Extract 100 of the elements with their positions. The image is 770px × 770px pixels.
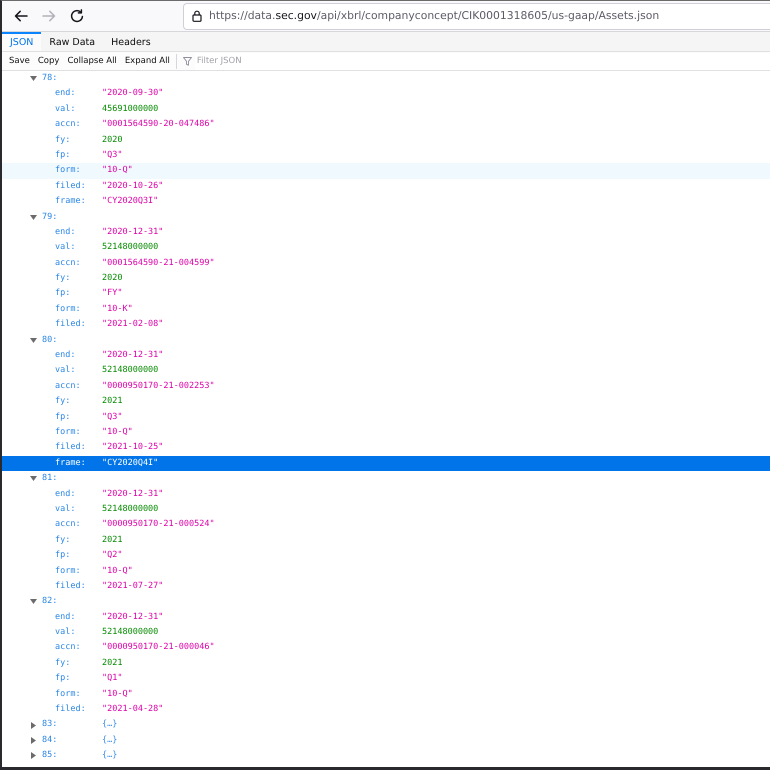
string-value: "CY2020Q3I" (102, 195, 158, 208)
string-value: "10-Q" (102, 688, 133, 701)
tree-row[interactable]: fp: "FY" (2, 286, 770, 302)
tree-row[interactable]: frame: "CY2020Q4I" (2, 456, 770, 472)
caret-down-icon[interactable] (30, 76, 37, 82)
key-label: end: (55, 87, 76, 100)
string-value: "10-K" (102, 302, 133, 316)
tree-row[interactable]: fy: 2020 (2, 271, 770, 286)
tree-row[interactable]: val: 52148000000 (2, 363, 770, 379)
tree-row[interactable]: end: "2020-09-30" (2, 86, 770, 102)
tree-row[interactable]: form: "10-Q" (2, 163, 770, 179)
tree-row[interactable]: fp: "Q2" (2, 548, 770, 564)
tab[interactable]: Raw Data (41, 32, 104, 51)
toolbar-button[interactable]: Save (5, 53, 34, 69)
filter-icon (182, 56, 192, 66)
string-value: "0000950170-21-002253" (102, 380, 215, 393)
tree-row[interactable]: filed: "2021-07-27" (2, 578, 770, 594)
tree-row[interactable]: 84: {…} (2, 732, 770, 748)
tree-row[interactable]: fy: 2020 (2, 132, 770, 148)
tree-row[interactable]: fy: 2021 (2, 532, 770, 548)
number-value: 52148000000 (102, 241, 158, 254)
key-label: fp: (55, 287, 70, 300)
tree-row[interactable]: end: "2020-12-31" (2, 224, 770, 240)
string-value: "CY2020Q4I" (102, 456, 158, 470)
caret-down-icon[interactable] (30, 599, 37, 604)
toolbar-button[interactable]: Copy (34, 53, 64, 69)
key-label: accn: (55, 518, 81, 532)
tree-row[interactable]: filed: "2021-04-28" (2, 702, 770, 718)
key-label: form: (55, 688, 81, 701)
tree-row[interactable]: fp: "Q3" (2, 410, 770, 425)
key-label: val: (55, 502, 76, 516)
key-label: end: (55, 610, 76, 624)
key-label: end: (55, 488, 76, 501)
tree-row[interactable]: accn: "0000950170-21-000046" (2, 640, 770, 656)
string-value: "Q2" (102, 549, 122, 562)
tab[interactable]: JSON (2, 32, 42, 51)
key-label: val: (55, 626, 76, 640)
tree-row[interactable]: val: 52148000000 (2, 240, 770, 256)
index-label: 82: (42, 595, 58, 608)
string-value: "Q3" (102, 410, 122, 424)
tree-row[interactable]: filed: "2020-10-26" (2, 178, 770, 194)
string-value: "2020-12-31" (102, 226, 164, 239)
key-label: val: (55, 241, 76, 254)
tree-row[interactable]: accn: "0000950170-21-002253" (2, 378, 770, 394)
tree-row[interactable]: fp: "Q1" (2, 671, 770, 687)
caret-right-icon[interactable] (31, 722, 36, 729)
tree-row[interactable]: val: 45691000000 (2, 102, 770, 118)
caret-down-icon[interactable] (30, 214, 37, 220)
string-value: "0001564590-20-047486" (102, 118, 215, 132)
tree-row[interactable]: 83: {…} (2, 717, 770, 733)
tree-row[interactable]: 82: (2, 594, 770, 610)
left-arrow-icon (14, 10, 28, 22)
tree-row[interactable]: 78: (2, 71, 770, 86)
tree-row[interactable]: fp: "Q3" (2, 148, 770, 164)
tree-row[interactable]: end: "2020-12-31" (2, 348, 770, 364)
key-label: fp: (55, 549, 70, 562)
caret-right-icon[interactable] (31, 752, 36, 760)
string-value: "2020-10-26" (102, 180, 164, 193)
tree-row[interactable]: frame: "CY2020Q3I" (2, 194, 770, 210)
index-label: 80: (42, 334, 58, 347)
key-label: fp: (55, 410, 70, 424)
tree-row[interactable]: fy: 2021 (2, 394, 770, 410)
key-label: end: (55, 226, 76, 239)
tree-row[interactable]: accn: "0001564590-21-004599" (2, 256, 770, 272)
tree-row[interactable]: form: "10-Q" (2, 424, 770, 440)
tree-row[interactable]: form: "10-Q" (2, 564, 770, 579)
caret-right-icon[interactable] (31, 737, 36, 744)
tree-row[interactable]: end: "2020-12-31" (2, 486, 770, 502)
key-label: accn: (55, 641, 81, 654)
tree-row[interactable]: val: 52148000000 (2, 502, 770, 518)
key-label: fy: (55, 534, 70, 547)
tree-row[interactable]: 80: (2, 332, 770, 348)
key-label: frame: (55, 195, 86, 208)
tree-row[interactable]: fy: 2021 (2, 656, 770, 672)
string-value: "10-Q" (102, 426, 133, 439)
toolbar-button[interactable]: Expand All (120, 53, 174, 69)
tree-row[interactable]: 79: (2, 210, 770, 225)
tab[interactable]: Headers (103, 32, 159, 51)
tree-row[interactable]: 81: (2, 471, 770, 487)
tree-row[interactable]: form: "10-K" (2, 302, 770, 318)
tree-row[interactable]: filed: "2021-10-25" (2, 440, 770, 456)
string-value: "0000950170-21-000046" (102, 641, 215, 654)
caret-down-icon[interactable] (30, 476, 37, 482)
tree-row[interactable]: accn: "0001564590-20-047486" (2, 117, 770, 133)
key-label: fp: (55, 672, 70, 686)
tree-row[interactable]: form: "10-Q" (2, 686, 770, 702)
toolbar-button[interactable]: Collapse All (63, 53, 121, 69)
key-label: accn: (55, 380, 81, 393)
tree-row[interactable]: accn: "0000950170-21-000524" (2, 517, 770, 533)
key-label: val: (55, 364, 76, 378)
tree-row[interactable]: val: 52148000000 (2, 625, 770, 640)
key-label: fy: (55, 656, 70, 670)
address-bar[interactable]: https://data.sec.gov/api/xbrl/companyconcept/CIK0001318605/us-gaap/Assets.json (183, 2, 770, 30)
caret-down-icon[interactable] (30, 338, 37, 343)
key-label: filed: (55, 180, 86, 193)
tree-row[interactable]: 85: {…} (2, 748, 770, 764)
string-value: "FY" (102, 287, 122, 300)
collapsed-object: {…} (102, 749, 118, 762)
tree-row[interactable]: end: "2020-12-31" (2, 610, 770, 626)
tree-row[interactable]: filed: "2021-02-08" (2, 317, 770, 333)
